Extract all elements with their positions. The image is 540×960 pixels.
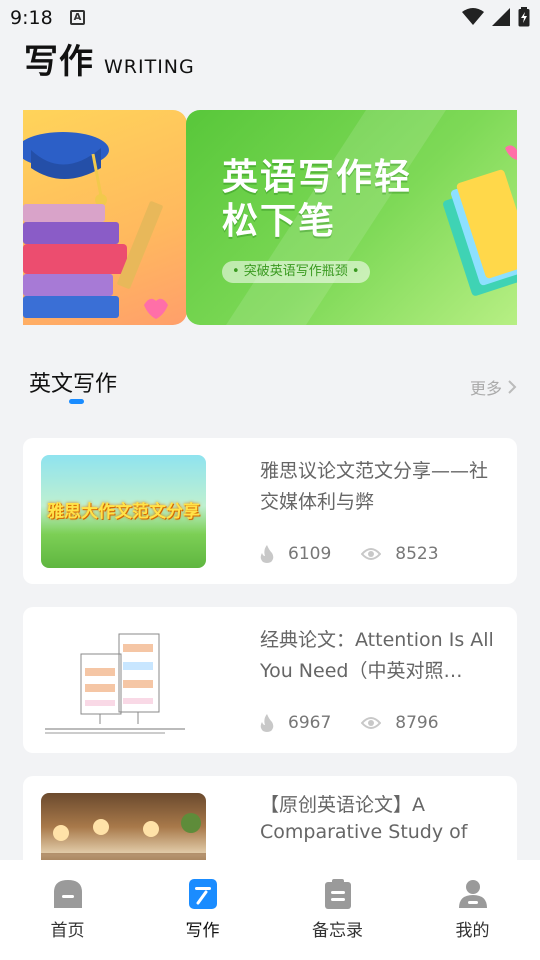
banner-tagline: • 突破英语写作瓶颈 •	[222, 261, 370, 283]
article-card[interactable]: 雅思大作文范文分享 雅思议论文范文分享——社交媒体利与弊 6109 8523	[23, 438, 517, 584]
writing-icon	[188, 879, 217, 909]
profile-icon	[458, 880, 487, 908]
view-count: 8523	[395, 544, 439, 564]
home-icon	[53, 880, 82, 908]
hot-count: 6109	[288, 544, 332, 564]
flame-icon	[260, 545, 274, 563]
page-header: 写作 WRITING	[24, 34, 195, 83]
banner-carousel[interactable]: 英语写作轻松下笔 • 突破英语写作瓶颈 •	[23, 110, 517, 325]
section-header: 英文写作 更多	[29, 366, 517, 406]
tab-memo[interactable]: 备忘录	[270, 860, 405, 960]
tab-label: 写作	[185, 921, 220, 941]
tab-profile[interactable]: 我的	[405, 860, 540, 960]
thumbnail-caption: 雅思大作文范文分享	[47, 502, 200, 522]
eye-icon	[361, 548, 382, 560]
status-bar: 9:18 A	[0, 0, 540, 36]
signal-icon	[492, 8, 510, 26]
eye-icon	[361, 717, 382, 729]
article-stats: 6967 8796	[260, 713, 469, 733]
section-indicator	[69, 399, 84, 404]
bottom-tab-bar: 首页 写作 备忘录 我的	[0, 860, 540, 960]
tab-label: 首页	[50, 921, 85, 941]
more-link[interactable]: 更多	[470, 375, 517, 399]
banner-heading: 英语写作轻松下笔	[222, 157, 413, 242]
banner-slide-writing[interactable]: 英语写作轻松下笔 • 突破英语写作瓶颈 •	[186, 110, 517, 325]
tab-writing[interactable]: 写作	[135, 860, 270, 960]
flame-icon	[260, 714, 274, 732]
article-card[interactable]: 经典论文：Attention Is All You Need（中英对照… 696…	[23, 607, 517, 753]
article-title: 【原创英语论文】A Comparative Study of C…	[260, 794, 468, 843]
notification-icon: A	[70, 10, 85, 25]
article-thumbnail: 雅思大作文范文分享	[41, 455, 206, 568]
memo-icon	[324, 879, 351, 909]
article-stats: 6109 8523	[260, 544, 469, 564]
wifi-icon	[462, 8, 484, 25]
more-label: 更多	[469, 379, 502, 398]
page-title: 写作	[24, 42, 94, 82]
status-time: 9:18	[10, 7, 53, 29]
tab-label: 我的	[455, 921, 490, 941]
chevron-right-icon	[508, 380, 517, 394]
tab-label: 备忘录	[312, 921, 363, 941]
banner-slide-books[interactable]	[23, 110, 187, 325]
diagram-illustration	[45, 633, 185, 734]
page-subtitle: WRITING	[104, 56, 195, 78]
battery-icon	[518, 7, 530, 27]
section-title: 英文写作	[29, 372, 118, 397]
article-title: 雅思议论文范文分享——社交媒体利与弊	[260, 460, 489, 513]
tab-home[interactable]: 首页	[0, 860, 135, 960]
article-title: 经典论文：Attention Is All You Need（中英对照…	[260, 629, 494, 682]
status-icons	[462, 7, 530, 27]
hot-count: 6967	[288, 713, 332, 733]
view-count: 8796	[395, 713, 439, 733]
article-thumbnail	[41, 624, 206, 737]
books-illustration	[23, 132, 168, 319]
